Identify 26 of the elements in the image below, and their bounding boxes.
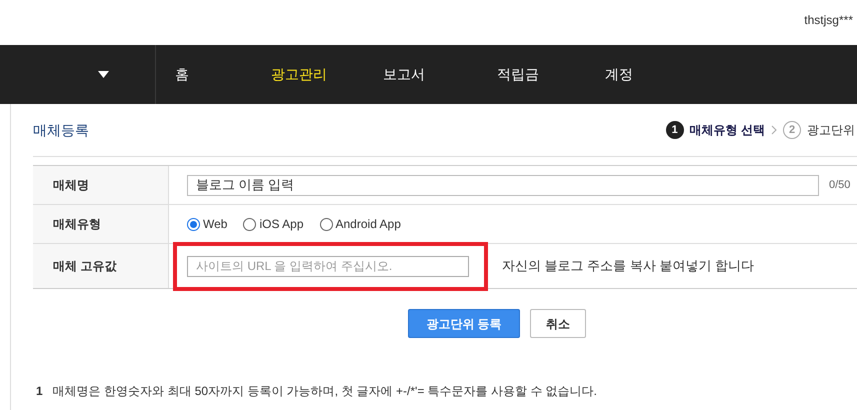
step-label: 광고단위 bbox=[807, 122, 855, 139]
note-number: 1 bbox=[36, 383, 43, 400]
nav-item[interactable]: 보고서 bbox=[377, 64, 431, 85]
note-text: 매체명은 한영숫자와 최대 50자까지 등록이 가능하며, 첫 글자에 +-/*'= 특수문자를 사용할 수 없습니다. bbox=[52, 383, 598, 400]
chevron-icon bbox=[771, 125, 777, 135]
step-label: 매체유형 선택 bbox=[690, 122, 765, 139]
page-title: 매체등록 bbox=[33, 120, 89, 140]
url-input-field[interactable]: 사이트의 URL 을 입력하여 주십시오. bbox=[187, 256, 469, 276]
radio-option[interactable]: iOS App bbox=[243, 215, 304, 233]
step-number: 1 bbox=[666, 121, 684, 139]
character-count: 0/50 bbox=[829, 178, 850, 193]
caret-icon[interactable] bbox=[98, 71, 109, 78]
cancel-button[interactable]: 취소 bbox=[530, 309, 586, 338]
nav-item[interactable]: 계정 bbox=[599, 64, 639, 85]
field-label: 매체명 bbox=[33, 166, 169, 204]
radio-option[interactable]: Web bbox=[187, 215, 228, 233]
nav-item[interactable]: 적립금 bbox=[491, 64, 545, 85]
nav-item[interactable]: 광고관리 bbox=[265, 64, 333, 85]
step-number: 2 bbox=[783, 121, 801, 139]
radio-option[interactable]: Android App bbox=[320, 215, 401, 233]
hint-text: 자신의 블로그 주소를 복사 붙여넣기 합니다 bbox=[502, 257, 754, 276]
field-label: 매체 고유값 bbox=[33, 244, 169, 288]
user-account[interactable]: thstjsg*** bbox=[800, 11, 857, 29]
nav-item[interactable]: 홈 bbox=[169, 64, 195, 85]
name-input-field[interactable]: 블로그 이름 입력 bbox=[187, 174, 819, 196]
field-label: 매체유형 bbox=[33, 205, 169, 243]
